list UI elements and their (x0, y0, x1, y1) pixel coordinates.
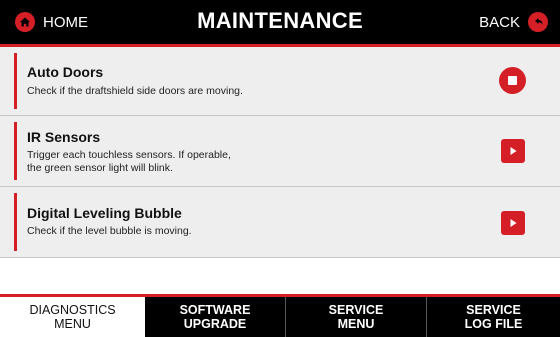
item-title: Digital Leveling Bubble (27, 205, 182, 221)
item-description: Check if the level bubble is moving. (27, 225, 192, 237)
page-title: MAINTENANCE (197, 8, 363, 33)
back-button[interactable]: BACK (479, 11, 548, 33)
list-item-auto-doors: Auto Doors Check if the draftshield side… (0, 47, 560, 116)
back-label: BACK (479, 13, 520, 31)
item-title: Auto Doors (27, 64, 104, 80)
row-accent-bar (14, 122, 17, 180)
list-item-digital-leveling-bubble: Digital Leveling Bubble Check if the lev… (0, 187, 560, 258)
tab-software-upgrade[interactable]: SOFTWARE UPGRADE (145, 297, 285, 337)
stop-button[interactable] (499, 67, 526, 94)
tab-service-menu[interactable]: SERVICE MENU (286, 297, 426, 337)
play-button[interactable] (501, 139, 525, 163)
row-accent-bar (14, 53, 17, 109)
play-icon (510, 219, 517, 227)
tab-label-line2: MENU (54, 317, 91, 331)
tab-label-line2: LOG FILE (464, 317, 523, 331)
tab-label-line1: SERVICE (328, 303, 384, 317)
list-item-ir-sensors: IR Sensors Trigger each touchless sensor… (0, 116, 560, 187)
play-icon (510, 147, 517, 155)
maintenance-list: Auto Doors Check if the draftshield side… (0, 47, 560, 258)
tab-diagnostics-menu[interactable]: DIAGNOSTICS MENU (0, 297, 145, 337)
tab-label-line2: MENU (337, 317, 375, 331)
tab-label-line1: SERVICE (466, 303, 521, 317)
tab-label-line2: UPGRADE (183, 317, 247, 331)
tab-service-log-file[interactable]: SERVICE LOG FILE (427, 297, 560, 337)
row-accent-bar (14, 193, 17, 251)
item-description: Check if the draftshield side doors are … (27, 85, 243, 97)
item-description: Trigger each touchless sensors. If opera… (27, 149, 231, 174)
item-title: IR Sensors (27, 129, 101, 145)
back-arrow-icon (528, 12, 548, 32)
tab-label-line1: DIAGNOSTICS (29, 303, 116, 317)
stop-icon (508, 76, 517, 85)
bottom-tab-bar: DIAGNOSTICS MENU SOFTWARE UPGRADE SERVIC… (0, 294, 560, 337)
header-bar: HOME MAINTENANCE BACK (0, 0, 560, 44)
tab-label-line1: SOFTWARE (179, 303, 251, 317)
play-button[interactable] (501, 211, 525, 235)
